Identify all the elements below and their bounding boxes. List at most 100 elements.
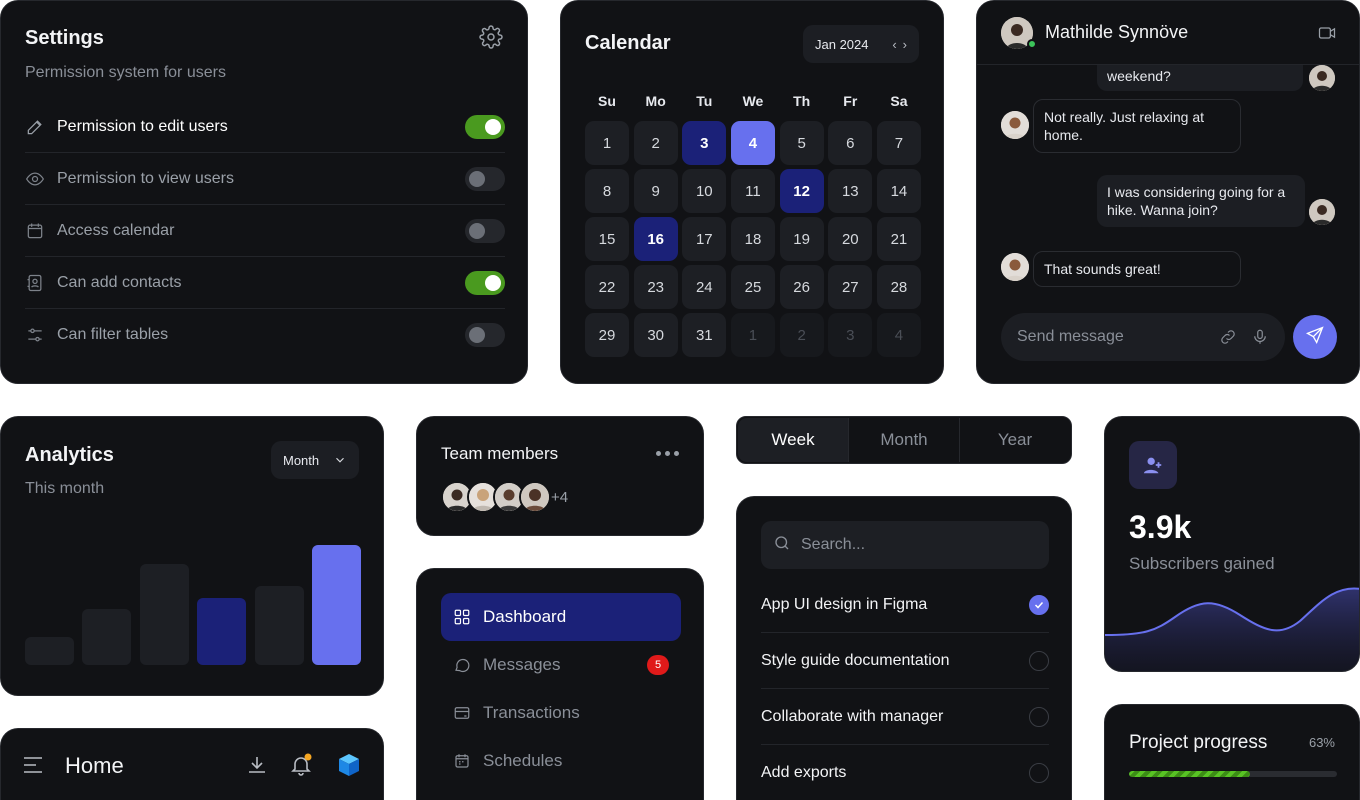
segment-week[interactable]: Week <box>738 418 849 462</box>
more-options-icon[interactable] <box>656 451 679 456</box>
nav-item-messages[interactable]: Messages 5 <box>441 641 681 689</box>
navigation-card: Dashboard Messages 5 Transactions Schedu… <box>416 568 704 800</box>
permission-toggle[interactable] <box>465 166 505 191</box>
task-checkbox[interactable] <box>1029 706 1049 727</box>
team-avatar-stack[interactable]: +4 <box>441 481 641 513</box>
permission-toggle[interactable] <box>465 114 505 139</box>
contact-avatar <box>1001 253 1029 281</box>
calendar-day[interactable]: 11 <box>730 169 775 213</box>
calendar-day[interactable]: 1 <box>585 121 629 165</box>
segment-year[interactable]: Year <box>960 418 1070 462</box>
calendar-day-outside[interactable]: 3 <box>828 313 873 357</box>
calendar-day[interactable]: 19 <box>779 217 824 261</box>
chart-bar[interactable] <box>197 598 247 665</box>
task-item[interactable]: App UI design in Figma <box>761 577 1049 633</box>
menu-icon[interactable] <box>23 755 43 775</box>
task-checkbox[interactable] <box>1029 763 1049 783</box>
calendar-day[interactable]: 8 <box>585 169 629 213</box>
calendar-day-outside[interactable]: 1 <box>730 313 775 357</box>
calendar-day[interactable]: 16 <box>633 217 678 261</box>
calendar-day[interactable]: 23 <box>633 265 678 309</box>
period-segmented-control: Week Month Year <box>736 416 1072 464</box>
calendar-day[interactable]: 5 <box>779 121 824 165</box>
chart-bar[interactable] <box>25 637 74 665</box>
task-item[interactable]: Style guide documentation <box>761 633 1049 689</box>
nav-label: Dashboard <box>483 607 567 626</box>
calendar-day[interactable]: 31 <box>682 313 727 357</box>
settings-title: Settings <box>25 27 104 49</box>
segment-month[interactable]: Month <box>849 418 960 462</box>
permission-toggle[interactable] <box>465 218 505 243</box>
cube-logo-icon[interactable] <box>335 751 363 779</box>
grid-icon <box>453 608 471 626</box>
calendar-day[interactable]: 9 <box>633 169 678 213</box>
calendar-day[interactable]: 30 <box>633 313 678 357</box>
link-icon[interactable] <box>1219 328 1237 346</box>
calendar-day[interactable]: 15 <box>585 217 629 261</box>
nav-item-dashboard[interactable]: Dashboard <box>441 593 681 641</box>
permission-list: Permission to edit users Permission to v… <box>25 101 505 361</box>
chevron-left-icon[interactable]: ‹ <box>892 37 896 52</box>
calendar-day[interactable]: 25 <box>730 265 775 309</box>
calendar-icon <box>25 221 45 241</box>
calendar-day[interactable]: 14 <box>876 169 921 213</box>
task-checkbox[interactable] <box>1029 594 1049 615</box>
chart-bar[interactable] <box>254 586 304 665</box>
permission-toggle[interactable] <box>465 270 505 295</box>
message-input[interactable] <box>1017 328 1205 346</box>
weekday-label: Th <box>793 93 811 109</box>
calendar-day[interactable]: 20 <box>828 217 873 261</box>
period-dropdown[interactable]: Month <box>271 441 359 479</box>
nav-item-transactions[interactable]: Transactions <box>441 689 681 737</box>
chat-card: Mathilde Synnöve weekend? Not really. Ju… <box>976 0 1360 384</box>
task-item[interactable]: Collaborate with manager <box>761 689 1049 745</box>
task-item[interactable]: Add exports <box>761 745 1049 800</box>
task-list: App UI design in Figma Style guide docum… <box>761 577 1049 800</box>
calendar-day[interactable]: 28 <box>876 265 921 309</box>
calendar-day[interactable]: 10 <box>682 169 727 213</box>
chart-bar[interactable] <box>139 564 189 665</box>
search-input[interactable] <box>801 536 1037 554</box>
video-call-icon[interactable] <box>1317 23 1337 43</box>
chart-bar[interactable] <box>82 609 132 665</box>
bell-icon[interactable] <box>289 753 313 777</box>
calendar-day[interactable]: 27 <box>828 265 873 309</box>
chart-bar[interactable] <box>312 545 361 665</box>
calendar-day[interactable]: 13 <box>828 169 873 213</box>
chevron-down-icon <box>333 453 347 467</box>
calendar-day[interactable]: 2 <box>633 121 678 165</box>
nav-item-schedules[interactable]: Schedules <box>441 737 681 785</box>
add-user-icon <box>1129 441 1177 489</box>
calendar-day-outside[interactable]: 2 <box>779 313 824 357</box>
month-selector[interactable]: Jan 2024 ‹ › <box>803 25 919 63</box>
task-checkbox[interactable] <box>1029 650 1049 671</box>
nav-label: Transactions <box>483 703 580 722</box>
permission-toggle[interactable] <box>465 323 505 347</box>
calendar-day[interactable]: 4 <box>730 121 775 165</box>
send-button[interactable] <box>1293 315 1337 359</box>
weekday-label: We <box>742 93 764 109</box>
gear-icon[interactable] <box>479 25 503 49</box>
pencil-icon <box>25 117 45 137</box>
microphone-icon[interactable] <box>1251 328 1269 346</box>
sender-avatar <box>1309 199 1335 225</box>
calendar-day[interactable]: 29 <box>585 313 629 357</box>
online-indicator <box>1027 39 1037 49</box>
subscribers-value: 3.9k <box>1129 509 1192 545</box>
calendar-day[interactable]: 17 <box>682 217 727 261</box>
chat-header: Mathilde Synnöve <box>977 1 1359 65</box>
calendar-day[interactable]: 18 <box>730 217 775 261</box>
calendar-day[interactable]: 12 <box>779 169 824 213</box>
analytics-title: Analytics <box>25 444 114 466</box>
calendar-day[interactable]: 22 <box>585 265 629 309</box>
calendar-day[interactable]: 26 <box>779 265 824 309</box>
chevron-right-icon[interactable]: › <box>903 37 907 52</box>
calendar-day[interactable]: 24 <box>682 265 727 309</box>
task-label: Add exports <box>761 764 847 781</box>
calendar-day-outside[interactable]: 4 <box>876 313 921 357</box>
download-icon[interactable] <box>245 753 269 777</box>
calendar-day[interactable]: 3 <box>682 121 727 165</box>
calendar-day[interactable]: 7 <box>876 121 921 165</box>
calendar-day[interactable]: 6 <box>828 121 873 165</box>
calendar-day[interactable]: 21 <box>876 217 921 261</box>
